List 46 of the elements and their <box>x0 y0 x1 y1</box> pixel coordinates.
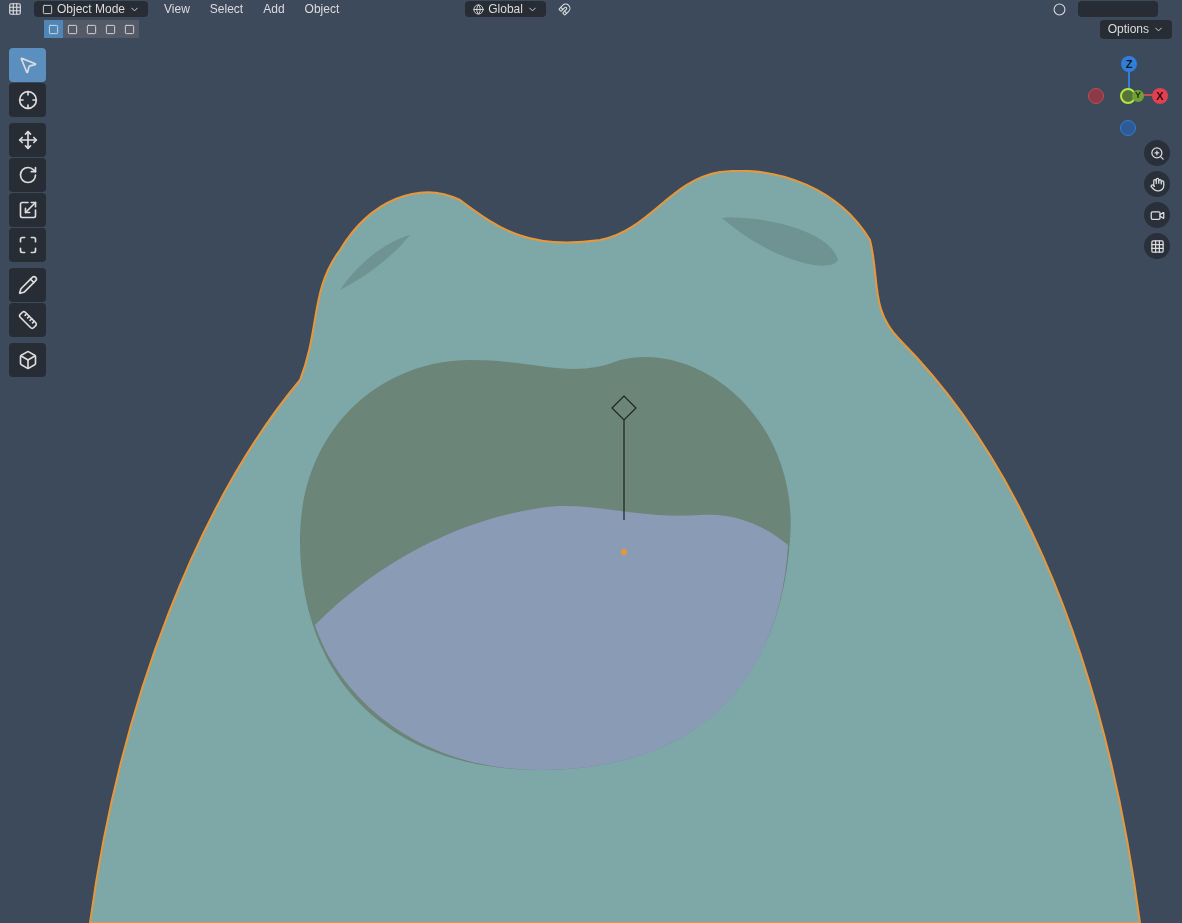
pencil-icon <box>17 275 38 295</box>
square-icon <box>67 23 78 35</box>
options-dropdown[interactable]: Options <box>1099 19 1172 39</box>
navigation-button[interactable] <box>1144 171 1170 197</box>
square-icon <box>86 23 97 35</box>
menu-item[interactable]: Object <box>300 0 344 18</box>
snap-icon[interactable] <box>557 2 571 16</box>
square-icon <box>48 23 59 35</box>
tool-button[interactable] <box>9 123 46 157</box>
navigation-button[interactable] <box>1144 140 1170 166</box>
square-icon <box>105 23 116 35</box>
crosshair-icon <box>17 90 38 110</box>
proportional-edit-icon[interactable] <box>1053 2 1066 16</box>
hand-icon <box>1149 176 1165 192</box>
transform-icon <box>17 235 38 255</box>
menu-item[interactable]: Select <box>205 0 248 18</box>
rotate-icon <box>17 165 38 185</box>
editor-type-icon[interactable] <box>8 2 22 16</box>
navigation-button[interactable] <box>1144 202 1170 228</box>
square-icon <box>124 23 135 35</box>
menu-item[interactable]: View <box>160 0 194 18</box>
object-icon <box>42 3 53 15</box>
select-icon <box>17 55 38 75</box>
scale-icon <box>17 200 38 220</box>
orientation-dropdown[interactable]: Global <box>465 1 546 17</box>
navigation-button[interactable] <box>1144 233 1170 259</box>
tool-button[interactable] <box>9 268 46 302</box>
y-axis-label[interactable]: Y <box>1132 90 1144 102</box>
globe-icon <box>473 3 485 15</box>
menu-item[interactable]: Add <box>259 0 289 18</box>
mode-dropdown[interactable]: Object Mode <box>34 1 149 17</box>
tool-button[interactable] <box>9 158 46 192</box>
x-axis-label[interactable]: X <box>1152 88 1168 104</box>
tool-button[interactable] <box>9 303 46 337</box>
tool-button[interactable] <box>9 193 46 227</box>
cube-icon <box>17 350 38 370</box>
select-mode-button[interactable] <box>63 20 82 38</box>
select-mode-button[interactable] <box>120 20 139 38</box>
grid-icon <box>1149 238 1165 254</box>
tool-button[interactable] <box>9 83 46 117</box>
zoom-icon <box>1149 145 1165 161</box>
move-icon <box>17 130 38 150</box>
z-axis-label[interactable]: Z <box>1121 56 1137 72</box>
ruler-icon <box>17 310 38 330</box>
tool-button[interactable] <box>9 343 46 377</box>
tool-button[interactable] <box>9 228 46 262</box>
